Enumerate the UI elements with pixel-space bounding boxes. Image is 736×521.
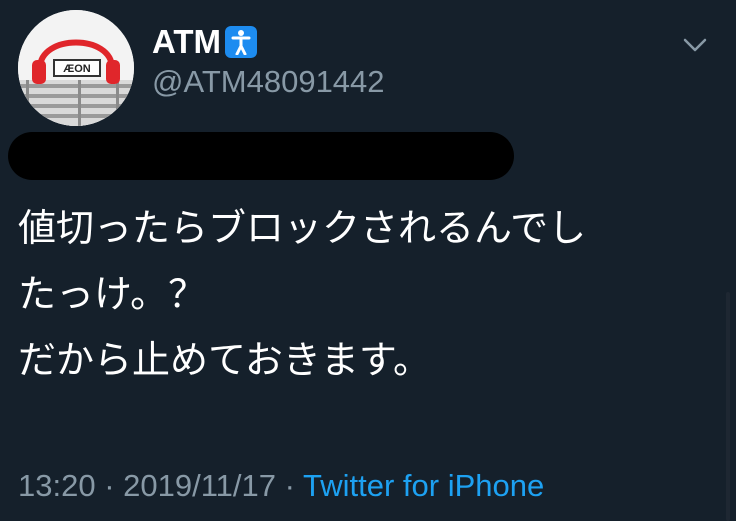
user-handle[interactable]: @ATM48091442 bbox=[152, 62, 385, 102]
meta-separator: · bbox=[104, 468, 115, 503]
avatar[interactable]: ÆON bbox=[18, 10, 134, 126]
meta-separator: · bbox=[284, 468, 295, 503]
tweet-meta: 13:20 · 2019/11/17 · Twitter for iPhone bbox=[18, 466, 544, 506]
tweet-text-line: たっけ。？ bbox=[18, 272, 207, 316]
person-icon bbox=[225, 26, 258, 58]
redaction-bar bbox=[8, 132, 514, 180]
tweet-text-line: 値切ったらブロックされるんでし bbox=[18, 206, 587, 250]
chevron-down-icon[interactable] bbox=[680, 32, 710, 58]
author-name-row: ATM bbox=[152, 22, 258, 62]
display-name[interactable]: ATM bbox=[152, 22, 221, 62]
tweet-text-line: だから止めておきます。 bbox=[18, 338, 432, 382]
scroll-indicator[interactable] bbox=[726, 292, 730, 521]
avatar-image: ÆON bbox=[18, 10, 134, 126]
tweet-time[interactable]: 13:20 bbox=[18, 468, 96, 503]
avatar-logo-text: ÆON bbox=[63, 63, 91, 75]
tweet-source-link[interactable]: Twitter for iPhone bbox=[303, 468, 544, 503]
tweet-date[interactable]: 2019/11/17 bbox=[123, 468, 276, 503]
tweet-text: 値切ったらブロックされるんでし たっけ。？ だから止めておきます。 bbox=[18, 195, 718, 393]
